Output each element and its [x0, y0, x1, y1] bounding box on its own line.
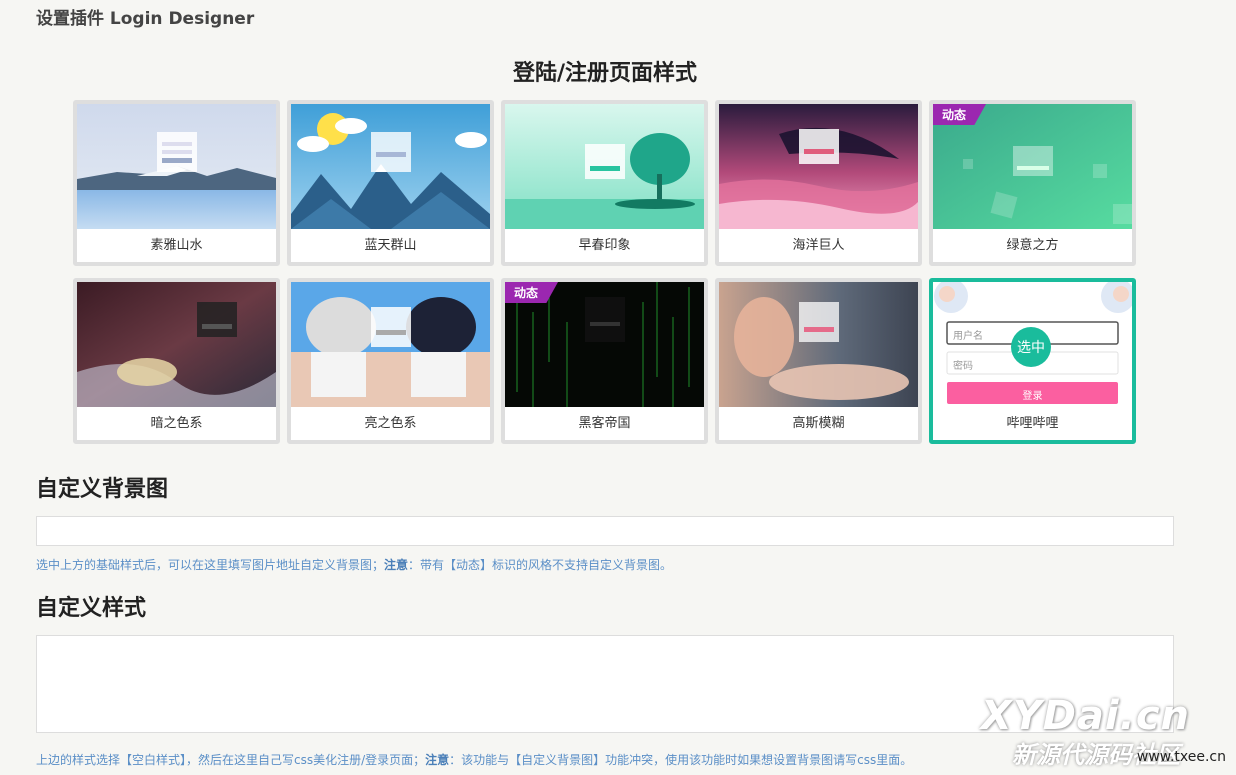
- hint-note: 注意: [384, 558, 409, 572]
- username-placeholder: 用户名: [953, 331, 983, 342]
- login-button-label: 登录: [1022, 391, 1043, 402]
- page-title: 设置插件 Login Designer: [36, 9, 255, 29]
- custom-style-hint: 上边的样式选择【空白样式】，然后在这里自己写css美化注册/登录页面；注意：该功…: [36, 751, 912, 768]
- style-card-label: 早春印象: [578, 238, 631, 253]
- style-thumbnail: [291, 104, 490, 229]
- styles-section-title: 登陆/注册页面样式: [512, 61, 698, 86]
- style-thumbnail: [505, 104, 704, 229]
- hint-text: 选中上方的基础样式后，可以在这里填写图片地址自定义背景图；: [36, 558, 385, 572]
- hint-text: 上边的样式选择【空白样式】，然后在这里自己写css美化注册/登录页面；: [36, 753, 426, 767]
- hint-note: 注意: [425, 753, 450, 767]
- style-card-label: 高斯模糊: [792, 416, 845, 431]
- watermark-brand: XYDai.cn: [980, 693, 1190, 739]
- style-thumbnail: [77, 282, 276, 407]
- custom-style-title: 自定义样式: [36, 596, 147, 621]
- style-thumbnail: [719, 104, 918, 229]
- style-card-anzhi[interactable]: 暗之色系: [73, 278, 280, 444]
- style-thumbnail: [291, 282, 490, 407]
- style-card-label: 亮之色系: [364, 416, 417, 431]
- style-card-label: 蓝天群山: [364, 238, 417, 253]
- style-card-haiyang[interactable]: 海洋巨人: [715, 100, 922, 266]
- hint-text: ：该功能与【自定义背景图】功能冲突，使用该功能时如果想设置背景图请写css里面。: [449, 753, 913, 767]
- password-placeholder: 密码: [953, 361, 973, 372]
- style-card-bilibili[interactable]: 用户名 密码 登录 选中 哔哩哔哩: [929, 278, 1136, 444]
- style-card-lvyi[interactable]: 动态 绿意之方: [929, 100, 1136, 266]
- style-card-label: 暗之色系: [150, 416, 203, 431]
- style-card-label: 素雅山水: [150, 238, 203, 253]
- custom-bg-title: 自定义背景图: [36, 477, 169, 502]
- hint-text: ：带有【动态】标识的风格不支持自定义背景图。: [408, 558, 673, 572]
- style-card-liangzhi[interactable]: 亮之色系: [287, 278, 494, 444]
- style-card-gaosi[interactable]: 高斯模糊: [715, 278, 922, 444]
- custom-bg-hint: 选中上方的基础样式后，可以在这里填写图片地址自定义背景图；注意：带有【动态】标识…: [36, 556, 672, 573]
- style-card-lantian[interactable]: 蓝天群山: [287, 100, 494, 266]
- watermark-url: www.txee.cn: [1136, 749, 1226, 765]
- custom-bg-input[interactable]: [36, 516, 1174, 546]
- style-card-zaochun[interactable]: 早春印象: [501, 100, 708, 266]
- style-card-label: 黑客帝国: [578, 416, 631, 431]
- style-card-label: 绿意之方: [1006, 238, 1059, 253]
- style-card-suya[interactable]: 素雅山水: [73, 100, 280, 266]
- style-thumbnail: [719, 282, 918, 407]
- selected-badge: 选中: [1011, 327, 1051, 367]
- style-card-heike[interactable]: 动态 黑客帝国: [501, 278, 708, 444]
- style-card-label: 哔哩哔哩: [1006, 416, 1059, 431]
- style-card-label: 海洋巨人: [792, 238, 845, 253]
- style-thumbnail: [77, 104, 276, 229]
